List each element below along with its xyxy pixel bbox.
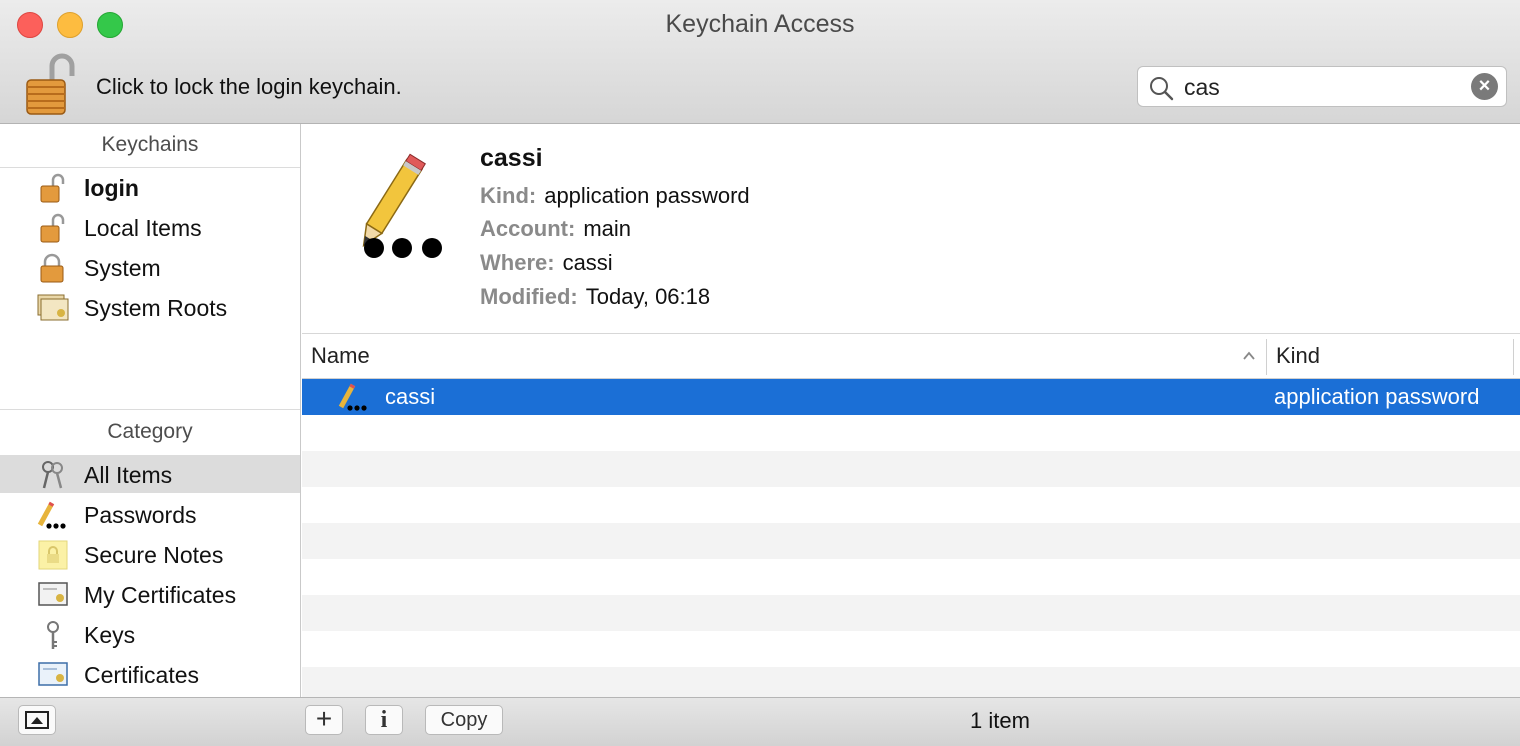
- sidebar-toggle-icon: [25, 711, 49, 729]
- pencil-password-icon: [37, 501, 66, 529]
- empty-row: [302, 523, 1520, 559]
- keys-icon: [42, 461, 63, 489]
- item-detail-panel: cassi Kind: application password Account:…: [302, 124, 1520, 334]
- account-row: Account: main: [480, 216, 631, 242]
- empty-row: [302, 631, 1520, 667]
- sort-ascending-icon[interactable]: [1242, 349, 1256, 363]
- sidebar-item-login[interactable]: login: [0, 168, 300, 206]
- sidebar-item-label: My Certificates: [84, 582, 237, 608]
- sidebar-item-keys[interactable]: Keys: [0, 615, 300, 653]
- add-item-button[interactable]: +: [305, 705, 343, 735]
- item-count: 1 item: [970, 708, 1030, 733]
- sidebar-item-label: All Items: [84, 462, 173, 488]
- modified-value: Today, 06:18: [585, 284, 711, 309]
- unlocked-padlock-icon: [40, 173, 65, 203]
- items-table: Name Kind cassi application password: [302, 335, 1520, 697]
- sidebar-item-label: Local Items: [84, 215, 202, 241]
- key-icon: [47, 621, 59, 649]
- unlocked-padlock-icon: [40, 213, 65, 243]
- sidebar-item-all-items[interactable]: All Items: [0, 455, 300, 493]
- account-label: Account:: [480, 216, 576, 241]
- sidebar-item-system-roots[interactable]: System Roots: [0, 288, 300, 326]
- category-header: Category: [107, 420, 193, 443]
- column-header-kind[interactable]: Kind: [1276, 343, 1320, 369]
- table-row[interactable]: cassi application password: [302, 379, 1520, 415]
- sidebar-item-label: System: [84, 255, 161, 281]
- search-field[interactable]: ×: [1137, 66, 1507, 107]
- table-header: Name Kind: [302, 335, 1520, 379]
- sidebar-item-passwords[interactable]: Passwords: [0, 495, 300, 533]
- sidebar-item-my-certificates[interactable]: My Certificates: [0, 575, 300, 613]
- sidebar-item-system[interactable]: System: [0, 248, 300, 286]
- kind-row: Kind: application password: [480, 183, 750, 209]
- modified-row: Modified: Today, 06:18: [480, 284, 710, 310]
- my-certificate-icon: [38, 582, 68, 606]
- column-header-name[interactable]: Name: [311, 343, 370, 369]
- get-info-button[interactable]: i: [365, 705, 403, 735]
- kind-label: Kind:: [480, 183, 537, 208]
- empty-row: [302, 487, 1520, 523]
- keychain-access-window: Keychain Access Click to lock the login …: [0, 0, 1520, 746]
- sidebar-item-secure-notes[interactable]: Secure Notes: [0, 535, 300, 573]
- empty-row: [302, 451, 1520, 487]
- search-icon: [1150, 77, 1174, 101]
- sidebar-item-label: Passwords: [84, 502, 197, 528]
- sidebar-item-label: Certificates: [84, 662, 200, 688]
- pencil-password-icon: [338, 383, 367, 411]
- secure-note-icon: [38, 540, 68, 570]
- modified-label: Modified:: [480, 284, 578, 309]
- titlebar: Keychain Access Click to lock the login …: [0, 0, 1520, 124]
- window-title: Keychain Access: [665, 10, 855, 38]
- empty-row: [302, 559, 1520, 595]
- row-kind: application password: [1274, 384, 1480, 409]
- bottom-toolbar: + i Copy 1 item: [0, 697, 1520, 746]
- clear-search-icon[interactable]: ×: [1471, 73, 1498, 100]
- empty-row: [302, 595, 1520, 631]
- search-input[interactable]: [1184, 72, 1454, 102]
- locked-padlock-icon: [40, 253, 64, 283]
- copy-button[interactable]: Copy: [425, 705, 503, 735]
- keychains-header: Keychains: [101, 133, 199, 156]
- where-row: Where: cassi: [480, 250, 613, 276]
- sidebar-item-label: Keys: [84, 622, 136, 648]
- column-divider[interactable]: [1266, 339, 1267, 375]
- toggle-sidebar-button[interactable]: [18, 705, 56, 735]
- pencil-password-icon: [362, 153, 442, 258]
- sidebar-item-certificates[interactable]: Certificates: [0, 655, 300, 693]
- sidebar-item-label: login: [84, 175, 139, 201]
- column-divider[interactable]: [1513, 339, 1514, 375]
- where-label: Where:: [480, 250, 555, 275]
- empty-row: [302, 415, 1520, 451]
- certificates-icon: [37, 294, 69, 321]
- item-name: cassi: [480, 144, 543, 172]
- divider: [0, 409, 300, 410]
- lock-keychain-message[interactable]: Click to lock the login keychain.: [96, 74, 402, 100]
- sidebar: Keychains login Local Items System Syste…: [0, 124, 301, 697]
- kind-value: application password: [544, 183, 750, 208]
- account-value: main: [583, 216, 632, 241]
- where-value: cassi: [562, 250, 613, 275]
- sidebar-item-label: Secure Notes: [84, 542, 224, 568]
- sidebar-item-local-items[interactable]: Local Items: [0, 208, 300, 246]
- empty-row: [302, 667, 1520, 697]
- certificate-icon: [38, 662, 68, 686]
- sidebar-item-label: System Roots: [84, 295, 228, 321]
- unlocked-padlock-icon[interactable]: [24, 52, 76, 116]
- row-name: cassi: [385, 384, 436, 409]
